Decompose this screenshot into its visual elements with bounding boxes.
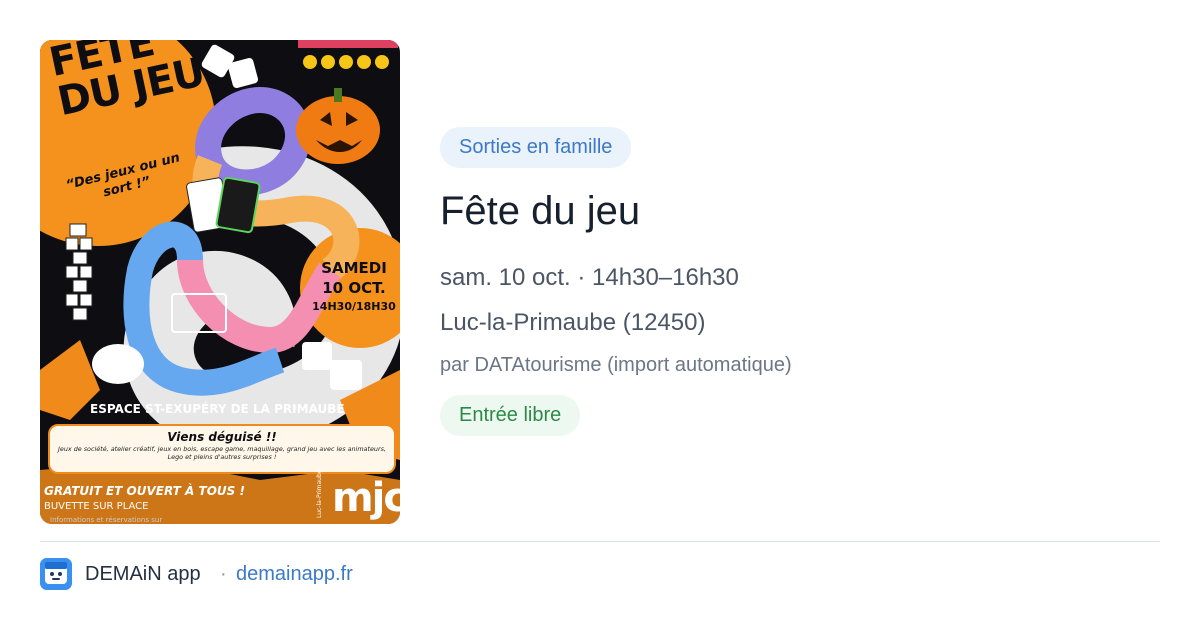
poster-date: SAMEDI 10 OCT. 14H30/18H30 — [308, 258, 400, 316]
event-poster-image: FÊTE DU JEU “Des jeux ou un sort !” SAME… — [40, 40, 400, 524]
category-tag[interactable]: Sorties en famille — [440, 127, 632, 168]
event-source: par DATAtourisme (import automatique) — [440, 354, 792, 376]
poster-buvette: BUVETTE SUR PLACE — [44, 501, 149, 512]
event-location: Luc-la-Primaube (12450) — [440, 309, 706, 336]
footer-divider — [40, 541, 1160, 542]
poster-box-text: Jeux de société, atelier créatif, jeux e… — [58, 445, 386, 461]
mjc-logo-subtitle: Luc-la-Primaube — [316, 469, 323, 518]
app-logo-icon — [40, 558, 72, 590]
poster-info-line: Informations et réservations sur — [50, 516, 163, 524]
app-name: DEMAiN app — [85, 563, 201, 585]
poster-venue: ESPACE ST-EXUPÉRY DE LA PRIMAUBE — [90, 402, 345, 416]
footer-separator: · — [220, 563, 227, 585]
poster-date-date: 10 OCT. — [322, 279, 386, 297]
mjc-logo: mjc — [332, 475, 400, 521]
app-domain-link[interactable]: demainapp.fr — [236, 562, 353, 586]
poster-box-heading: Viens déguisé !! — [167, 430, 277, 444]
poster-date-time: 14H30/18H30 — [312, 300, 396, 313]
event-title: Fête du jeu — [440, 189, 641, 233]
event-datetime: sam. 10 oct. · 14h30–16h30 — [440, 264, 739, 291]
poster-date-day: SAMEDI — [321, 259, 387, 277]
poster-info-box: Viens déguisé !! Jeux de société, atelie… — [48, 424, 396, 474]
poster-free-text: GRATUIT ET OUVERT À TOUS ! — [44, 484, 245, 498]
price-badge: Entrée libre — [440, 395, 581, 436]
